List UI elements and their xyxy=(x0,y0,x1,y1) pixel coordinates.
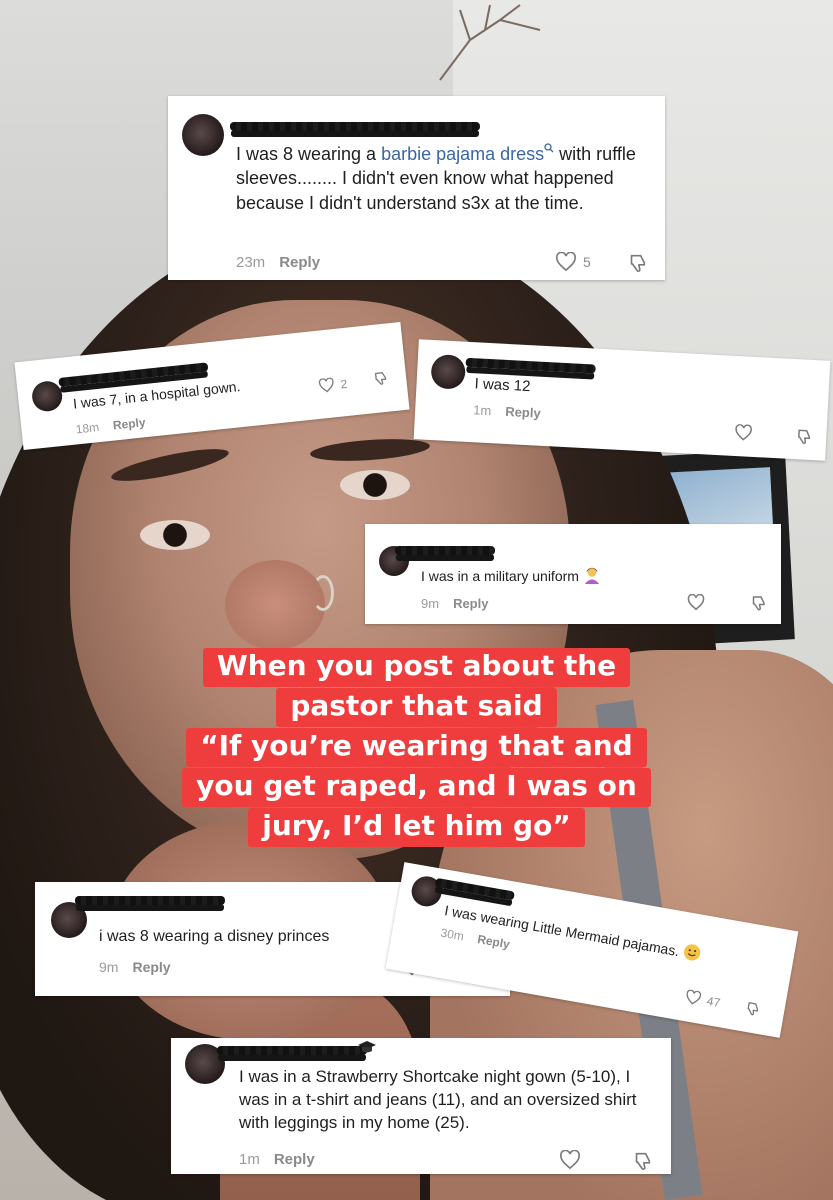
smile-emoji xyxy=(681,942,703,968)
dislike-icon[interactable] xyxy=(794,427,813,446)
comment-time: 1m xyxy=(239,1151,260,1168)
like-button[interactable]: 5 xyxy=(555,252,591,272)
eye-left xyxy=(140,520,210,550)
caption-line: pastor that said xyxy=(276,688,557,727)
comment-meta: 9m Reply xyxy=(421,596,488,611)
like-count: 5 xyxy=(583,254,591,270)
reply-button[interactable]: Reply xyxy=(279,254,320,271)
comment-meta: 1m Reply xyxy=(473,402,541,421)
avatar[interactable] xyxy=(51,902,87,938)
comment-meta: 18m Reply xyxy=(75,415,146,436)
heart-icon[interactable] xyxy=(559,1150,581,1170)
reply-button[interactable]: Reply xyxy=(132,959,170,975)
comment-meta: 9m Reply xyxy=(99,959,171,975)
woman-tipping-hand-emoji xyxy=(583,566,601,589)
comment-text: I was in a Strawberry Shortcake night go… xyxy=(239,1067,637,1132)
redacted-username xyxy=(75,896,225,905)
comment-meta: 23m Reply xyxy=(236,254,320,271)
dislike-icon[interactable] xyxy=(371,370,389,388)
dislike-icon[interactable] xyxy=(631,1150,653,1172)
redacted-username xyxy=(465,357,596,374)
reply-button[interactable]: Reply xyxy=(274,1151,315,1168)
caption-overlay: When you post about the pastor that said… xyxy=(0,648,833,848)
comment-meta: 1m Reply xyxy=(239,1151,315,1168)
comment-card: I was in a military uniform 9m Reply xyxy=(365,524,781,624)
dislike-icon[interactable] xyxy=(749,594,767,612)
caption-line: “If you’re wearing that and xyxy=(186,728,647,767)
reply-button[interactable]: Reply xyxy=(112,415,146,432)
comment-text: I was in a military uniform xyxy=(421,566,601,589)
heart-icon[interactable] xyxy=(734,424,753,442)
nose-ring xyxy=(312,575,334,611)
search-link[interactable]: barbie pajama dress xyxy=(381,143,554,164)
comment-time: 18m xyxy=(75,420,100,437)
reply-button[interactable]: Reply xyxy=(453,596,488,611)
redacted-username xyxy=(217,1046,367,1055)
heart-icon xyxy=(686,989,702,1005)
avatar[interactable] xyxy=(430,354,467,390)
caption-line: you get raped, and I was on xyxy=(182,768,651,807)
heart-icon[interactable] xyxy=(687,594,705,611)
comment-time: 9m xyxy=(99,959,119,975)
nose xyxy=(225,560,325,650)
reply-button[interactable]: Reply xyxy=(476,932,511,951)
heart-icon xyxy=(556,252,576,272)
comment-text: i was 8 wearing a disney princes xyxy=(99,928,330,945)
avatar[interactable] xyxy=(182,114,224,156)
like-count: 2 xyxy=(339,376,348,392)
caption-line: jury, I’d let him go” xyxy=(248,808,585,847)
graduation-cap-icon xyxy=(358,1041,376,1053)
reply-button[interactable]: Reply xyxy=(505,404,541,421)
heart-icon xyxy=(318,377,334,393)
dislike-icon[interactable] xyxy=(743,999,762,1018)
like-count: 47 xyxy=(705,993,722,1010)
like-button[interactable]: 2 xyxy=(318,376,348,394)
comment-card: I was 8 wearing a barbie pajama dress wi… xyxy=(168,96,665,280)
caption-line: When you post about the xyxy=(202,648,631,687)
redacted-username xyxy=(434,877,515,901)
comment-card: I was in a Strawberry Shortcake night go… xyxy=(171,1038,671,1174)
comment-text: I was 12 xyxy=(474,375,531,396)
eye-right xyxy=(340,470,410,500)
comment-text: I was 8 wearing a barbie pajama dress wi… xyxy=(236,143,636,213)
redacted-username xyxy=(230,122,480,131)
comment-time: 9m xyxy=(421,596,440,611)
comment-time: 1m xyxy=(472,402,492,419)
like-button[interactable]: 47 xyxy=(684,989,721,1010)
dislike-icon[interactable] xyxy=(626,252,648,274)
comment-time: 23m xyxy=(236,254,266,271)
redacted-username xyxy=(395,546,495,555)
branch-decoration xyxy=(439,4,541,81)
comment-time: 30m xyxy=(439,925,465,944)
